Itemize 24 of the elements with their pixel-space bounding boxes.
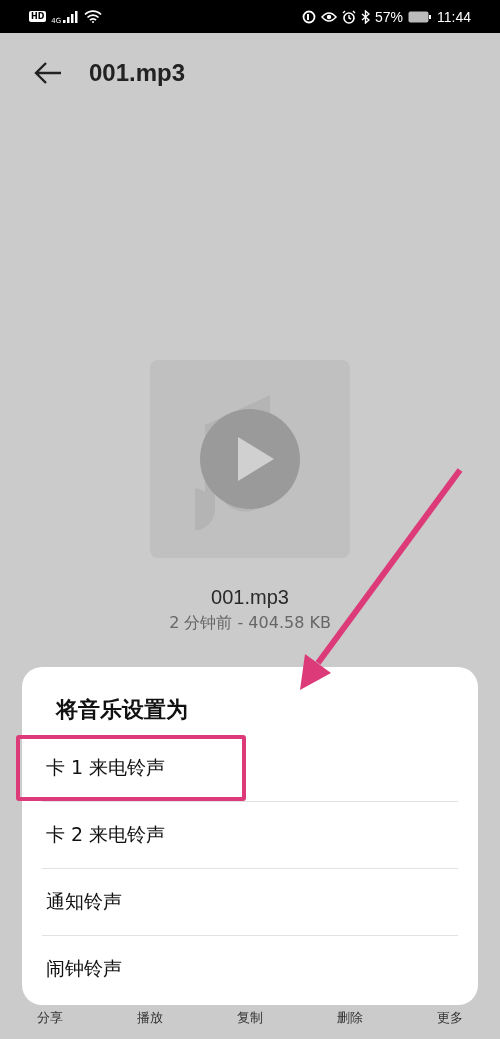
menu-item[interactable]: 卡 1 来电铃声 xyxy=(16,735,246,801)
sheet-title: 将音乐设置为 xyxy=(54,696,189,724)
battery-icon xyxy=(408,10,432,23)
eye-icon xyxy=(320,10,337,23)
toolbar-action[interactable]: 分享 xyxy=(37,1009,63,1027)
file-info: 2 分钟前 - 404.58 KB xyxy=(168,613,332,634)
clock: 11:44 xyxy=(437,8,471,25)
back-arrow-icon[interactable] xyxy=(33,61,63,85)
wifi-icon xyxy=(84,10,103,23)
signal-icon xyxy=(63,10,80,23)
battery-percent: 57% xyxy=(374,8,403,25)
data-saver-icon xyxy=(301,9,316,24)
file-name: 001.mp3 xyxy=(210,586,290,609)
menu-item[interactable]: 闹钟铃声 xyxy=(42,936,458,1002)
toolbar-action[interactable]: 播放 xyxy=(137,1009,163,1027)
page-title: 001.mp3 xyxy=(89,59,186,87)
menu-item[interactable]: 通知铃声 xyxy=(42,869,458,935)
toolbar-action[interactable]: 更多 xyxy=(437,1009,463,1027)
bluetooth-icon xyxy=(360,9,370,24)
menu-item[interactable]: 卡 2 来电铃声 xyxy=(42,802,458,868)
toolbar-action[interactable]: 删除 xyxy=(337,1009,363,1027)
alarm-icon xyxy=(341,9,356,24)
hd-badge: HD xyxy=(29,11,47,22)
toolbar-action[interactable]: 复制 xyxy=(237,1009,263,1027)
